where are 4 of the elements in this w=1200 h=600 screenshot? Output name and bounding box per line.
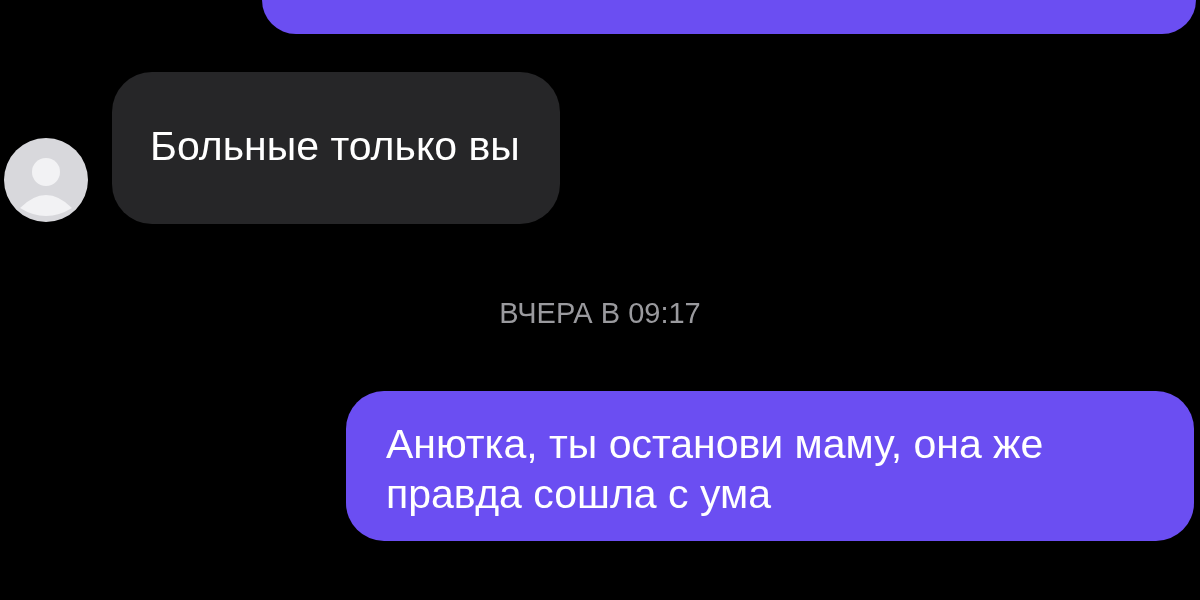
avatar-icon: [4, 137, 88, 222]
message-bubble: Больные только вы: [112, 72, 560, 224]
message-bubble: Анютка, ты останови маму, она же правда сошла с ума: [346, 391, 1194, 542]
timestamp: ВЧЕРА В 09:17: [499, 295, 701, 331]
